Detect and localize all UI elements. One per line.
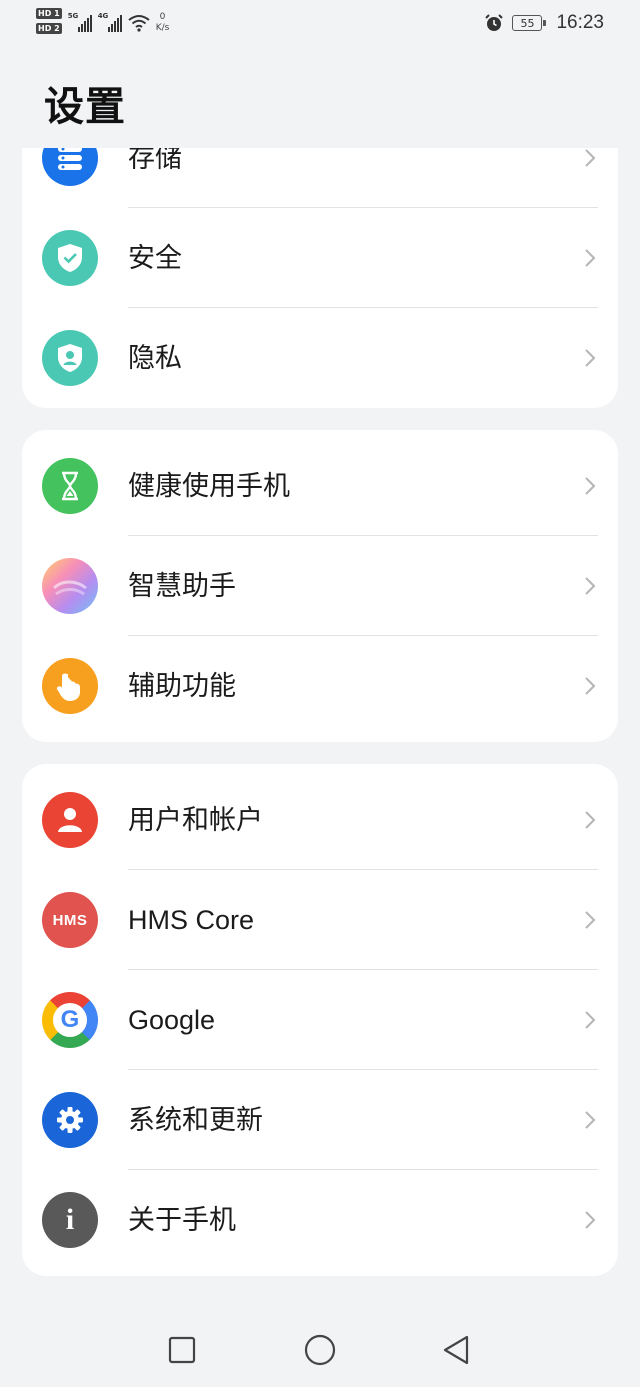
battery-icon: 55 <box>512 15 547 31</box>
gear-icon <box>42 1092 98 1148</box>
settings-item-label: 健康使用手机 <box>128 471 290 501</box>
signal-5g-icon: 5G <box>67 12 92 32</box>
settings-item-google[interactable]: G Google <box>22 970 618 1070</box>
privacy-icon <box>42 330 98 386</box>
signal-4g-icon: 4G <box>97 12 122 32</box>
settings-item-smart-assistant[interactable]: 智慧助手 <box>22 536 618 636</box>
settings-group-1: 存储 安全 隐私 <box>22 148 618 408</box>
settings-item-hms-core[interactable]: HMS HMS Core <box>22 870 618 970</box>
settings-item-label: 安全 <box>128 243 182 273</box>
wifi-icon <box>128 15 150 32</box>
network1-label: 5G <box>67 12 79 20</box>
navigation-bar <box>0 1308 640 1387</box>
settings-item-users-accounts[interactable]: 用户和帐户 <box>22 770 618 870</box>
settings-group-3: 用户和帐户 HMS HMS Core G Google 系统和更新 i 关于手机 <box>22 764 618 1276</box>
chevron-right-icon <box>585 911 596 929</box>
status-bar: HD 1 HD 2 5G 4G 0 K/s 55 16:23 <box>0 0 640 50</box>
chevron-right-icon <box>585 1211 596 1229</box>
settings-item-about-phone[interactable]: i 关于手机 <box>22 1170 618 1270</box>
settings-item-label: 用户和帐户 <box>128 805 263 835</box>
settings-item-label: 隐私 <box>128 343 182 373</box>
chevron-right-icon <box>585 249 596 267</box>
page-title: 设置 <box>44 84 126 130</box>
google-icon: G <box>42 992 98 1048</box>
chevron-right-icon <box>585 1111 596 1129</box>
settings-item-accessibility[interactable]: 辅助功能 <box>22 636 618 736</box>
info-icon: i <box>42 1192 98 1248</box>
settings-group-2: 健康使用手机 智慧助手 辅助功能 <box>22 430 618 742</box>
hd1-badge: HD 1 <box>36 8 62 19</box>
settings-item-label: 关于手机 <box>128 1205 236 1235</box>
settings-item-security[interactable]: 安全 <box>22 208 618 308</box>
assistant-icon <box>42 558 98 614</box>
settings-item-digital-balance[interactable]: 健康使用手机 <box>22 436 618 536</box>
user-icon <box>42 792 98 848</box>
hourglass-icon <box>42 458 98 514</box>
chevron-right-icon <box>585 477 596 495</box>
alarm-icon <box>485 14 504 31</box>
net-speed: 0 K/s <box>156 12 170 34</box>
settings-item-label: 存储 <box>128 148 182 173</box>
storage-icon <box>42 148 98 186</box>
chevron-right-icon <box>585 677 596 695</box>
chevron-right-icon <box>585 349 596 367</box>
settings-item-label: 智慧助手 <box>128 571 236 601</box>
home-circle-icon <box>304 1334 336 1366</box>
settings-item-storage[interactable]: 存储 <box>22 148 618 208</box>
chevron-right-icon <box>585 811 596 829</box>
settings-item-system-update[interactable]: 系统和更新 <box>22 1070 618 1170</box>
hms-icon: HMS <box>42 892 98 948</box>
recents-square-icon <box>168 1336 196 1364</box>
settings-item-label: HMS Core <box>128 905 255 935</box>
settings-item-label: 系统和更新 <box>128 1105 263 1135</box>
chevron-right-icon <box>585 1011 596 1029</box>
hd-indicators: HD 1 HD 2 <box>36 8 62 34</box>
chevron-right-icon <box>585 577 596 595</box>
status-right: 55 16:23 <box>484 12 604 34</box>
hand-icon <box>42 658 98 714</box>
shield-icon <box>42 230 98 286</box>
settings-item-privacy[interactable]: 隐私 <box>22 308 618 408</box>
status-left: HD 1 HD 2 5G 4G 0 K/s <box>36 8 169 42</box>
net-speed-value: 0 <box>159 12 166 22</box>
hms-icon-text: HMS <box>52 911 88 929</box>
battery-level: 55 <box>520 16 535 30</box>
hd2-badge: HD 2 <box>36 23 62 34</box>
chevron-right-icon <box>585 149 596 167</box>
settings-list[interactable]: 存储 安全 隐私 健康使用手机 智慧助手 辅助功能 用户和帐户 HMS HMS … <box>0 148 640 1308</box>
back-triangle-icon <box>443 1335 469 1365</box>
settings-item-label: Google <box>128 1005 216 1035</box>
google-icon-text: G <box>53 1003 87 1037</box>
recents-button[interactable] <box>162 1330 202 1370</box>
info-icon-text: i <box>65 1203 75 1236</box>
home-button[interactable] <box>300 1330 340 1370</box>
back-button[interactable] <box>436 1330 476 1370</box>
network2-label: 4G <box>97 12 109 20</box>
clock: 16:23 <box>556 12 604 33</box>
settings-item-label: 辅助功能 <box>128 671 236 701</box>
net-speed-unit: K/s <box>155 23 170 33</box>
